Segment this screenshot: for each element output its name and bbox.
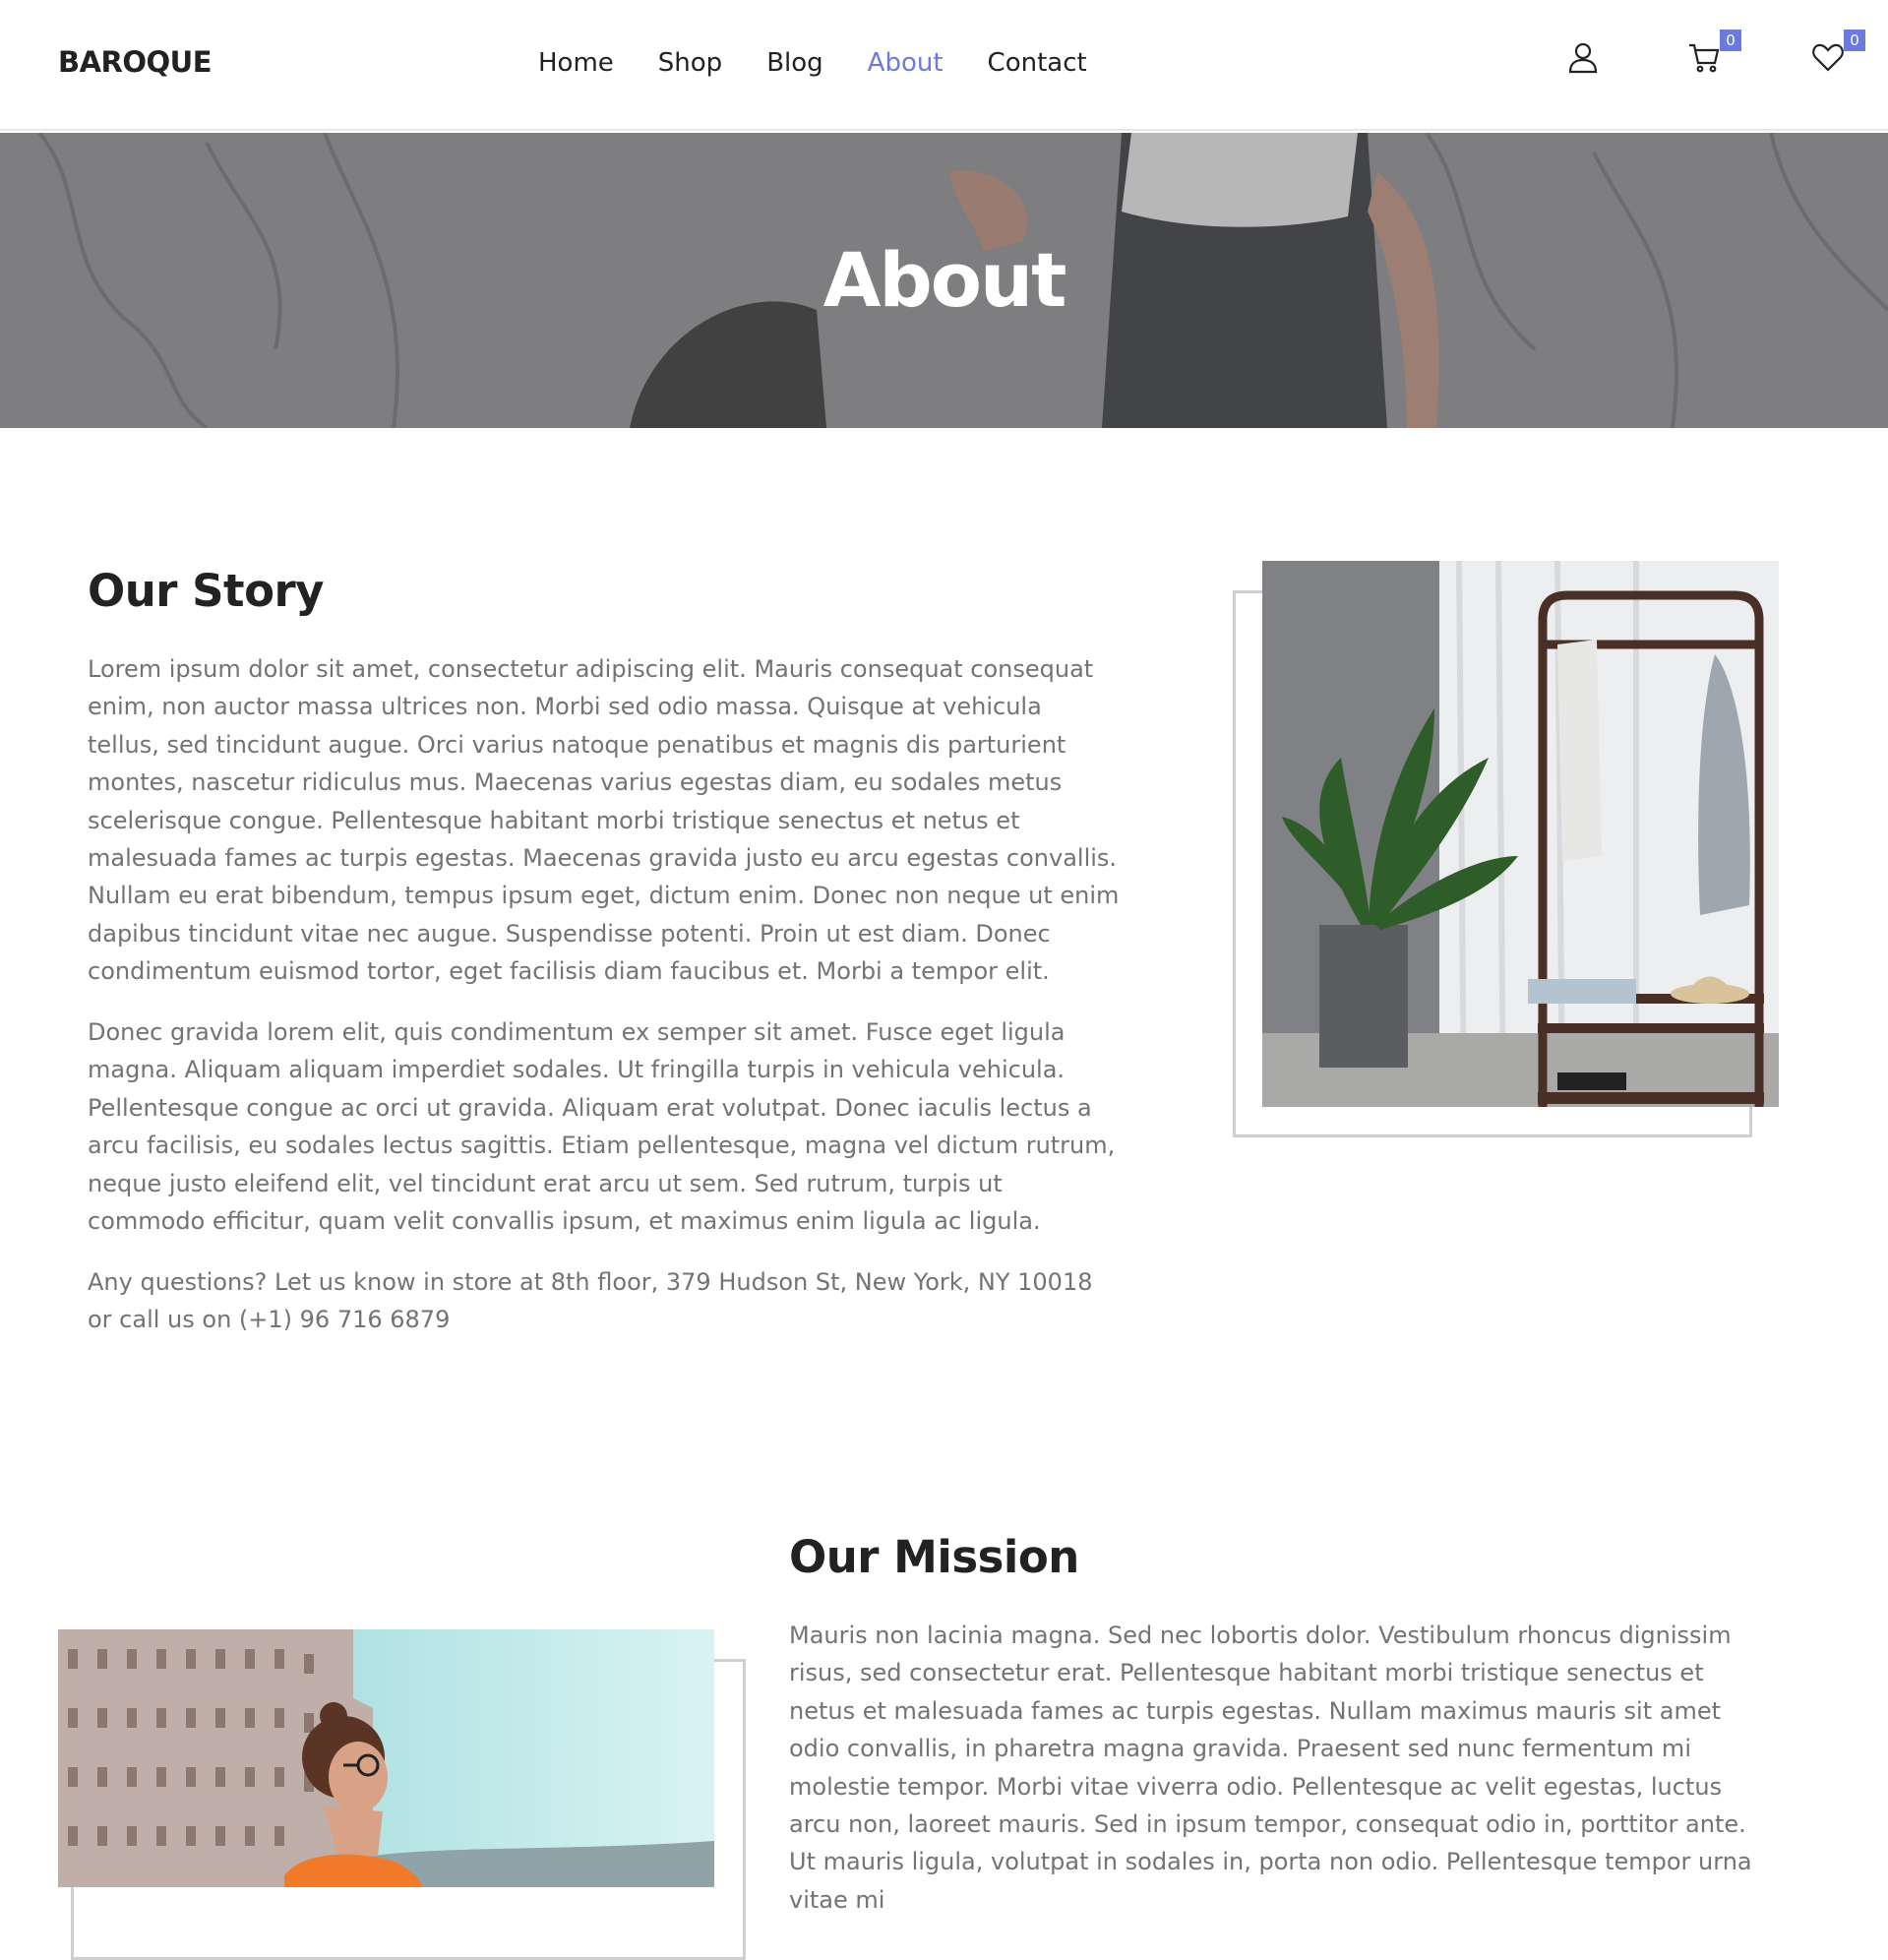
- account-button[interactable]: [1565, 39, 1614, 89]
- cart-count-badge: 0: [1720, 30, 1741, 51]
- cart-icon: [1686, 43, 1722, 79]
- mission-image: [58, 1629, 714, 1887]
- user-icon: [1565, 42, 1601, 79]
- nav-shop[interactable]: Shop: [658, 48, 722, 78]
- mission-paragraph-1: Mauris non lacinia magna. Sed nec lobort…: [789, 1622, 1752, 1914]
- cart-button[interactable]: 0: [1686, 30, 1741, 89]
- story-paragraph-1: Lorem ipsum dolor sit amet, consectetur …: [88, 655, 1120, 986]
- mission-heading: Our Mission: [789, 1531, 1079, 1583]
- site-logo[interactable]: BAROQUE: [58, 45, 213, 79]
- heart-icon: [1810, 43, 1846, 79]
- wishlist-count-badge: 0: [1844, 30, 1865, 51]
- story-image: [1262, 561, 1779, 1107]
- site-header: BAROQUE Home Shop Blog About Contact 0 0: [0, 0, 1888, 131]
- story-paragraph-2: Donec gravida lorem elit, quis condiment…: [88, 1018, 1116, 1236]
- main-nav: Home Shop Blog About Contact: [538, 48, 1131, 78]
- nav-blog[interactable]: Blog: [766, 48, 822, 78]
- nav-about[interactable]: About: [868, 48, 944, 78]
- banner-title: About: [822, 236, 1067, 324]
- story-heading: Our Story: [88, 565, 325, 617]
- wishlist-button[interactable]: 0: [1810, 30, 1865, 89]
- page-banner: About: [0, 133, 1888, 428]
- story-contact-paragraph: Any questions? Let us know in store at 8…: [88, 1268, 1093, 1334]
- nav-home[interactable]: Home: [538, 48, 614, 78]
- nav-contact[interactable]: Contact: [988, 48, 1087, 78]
